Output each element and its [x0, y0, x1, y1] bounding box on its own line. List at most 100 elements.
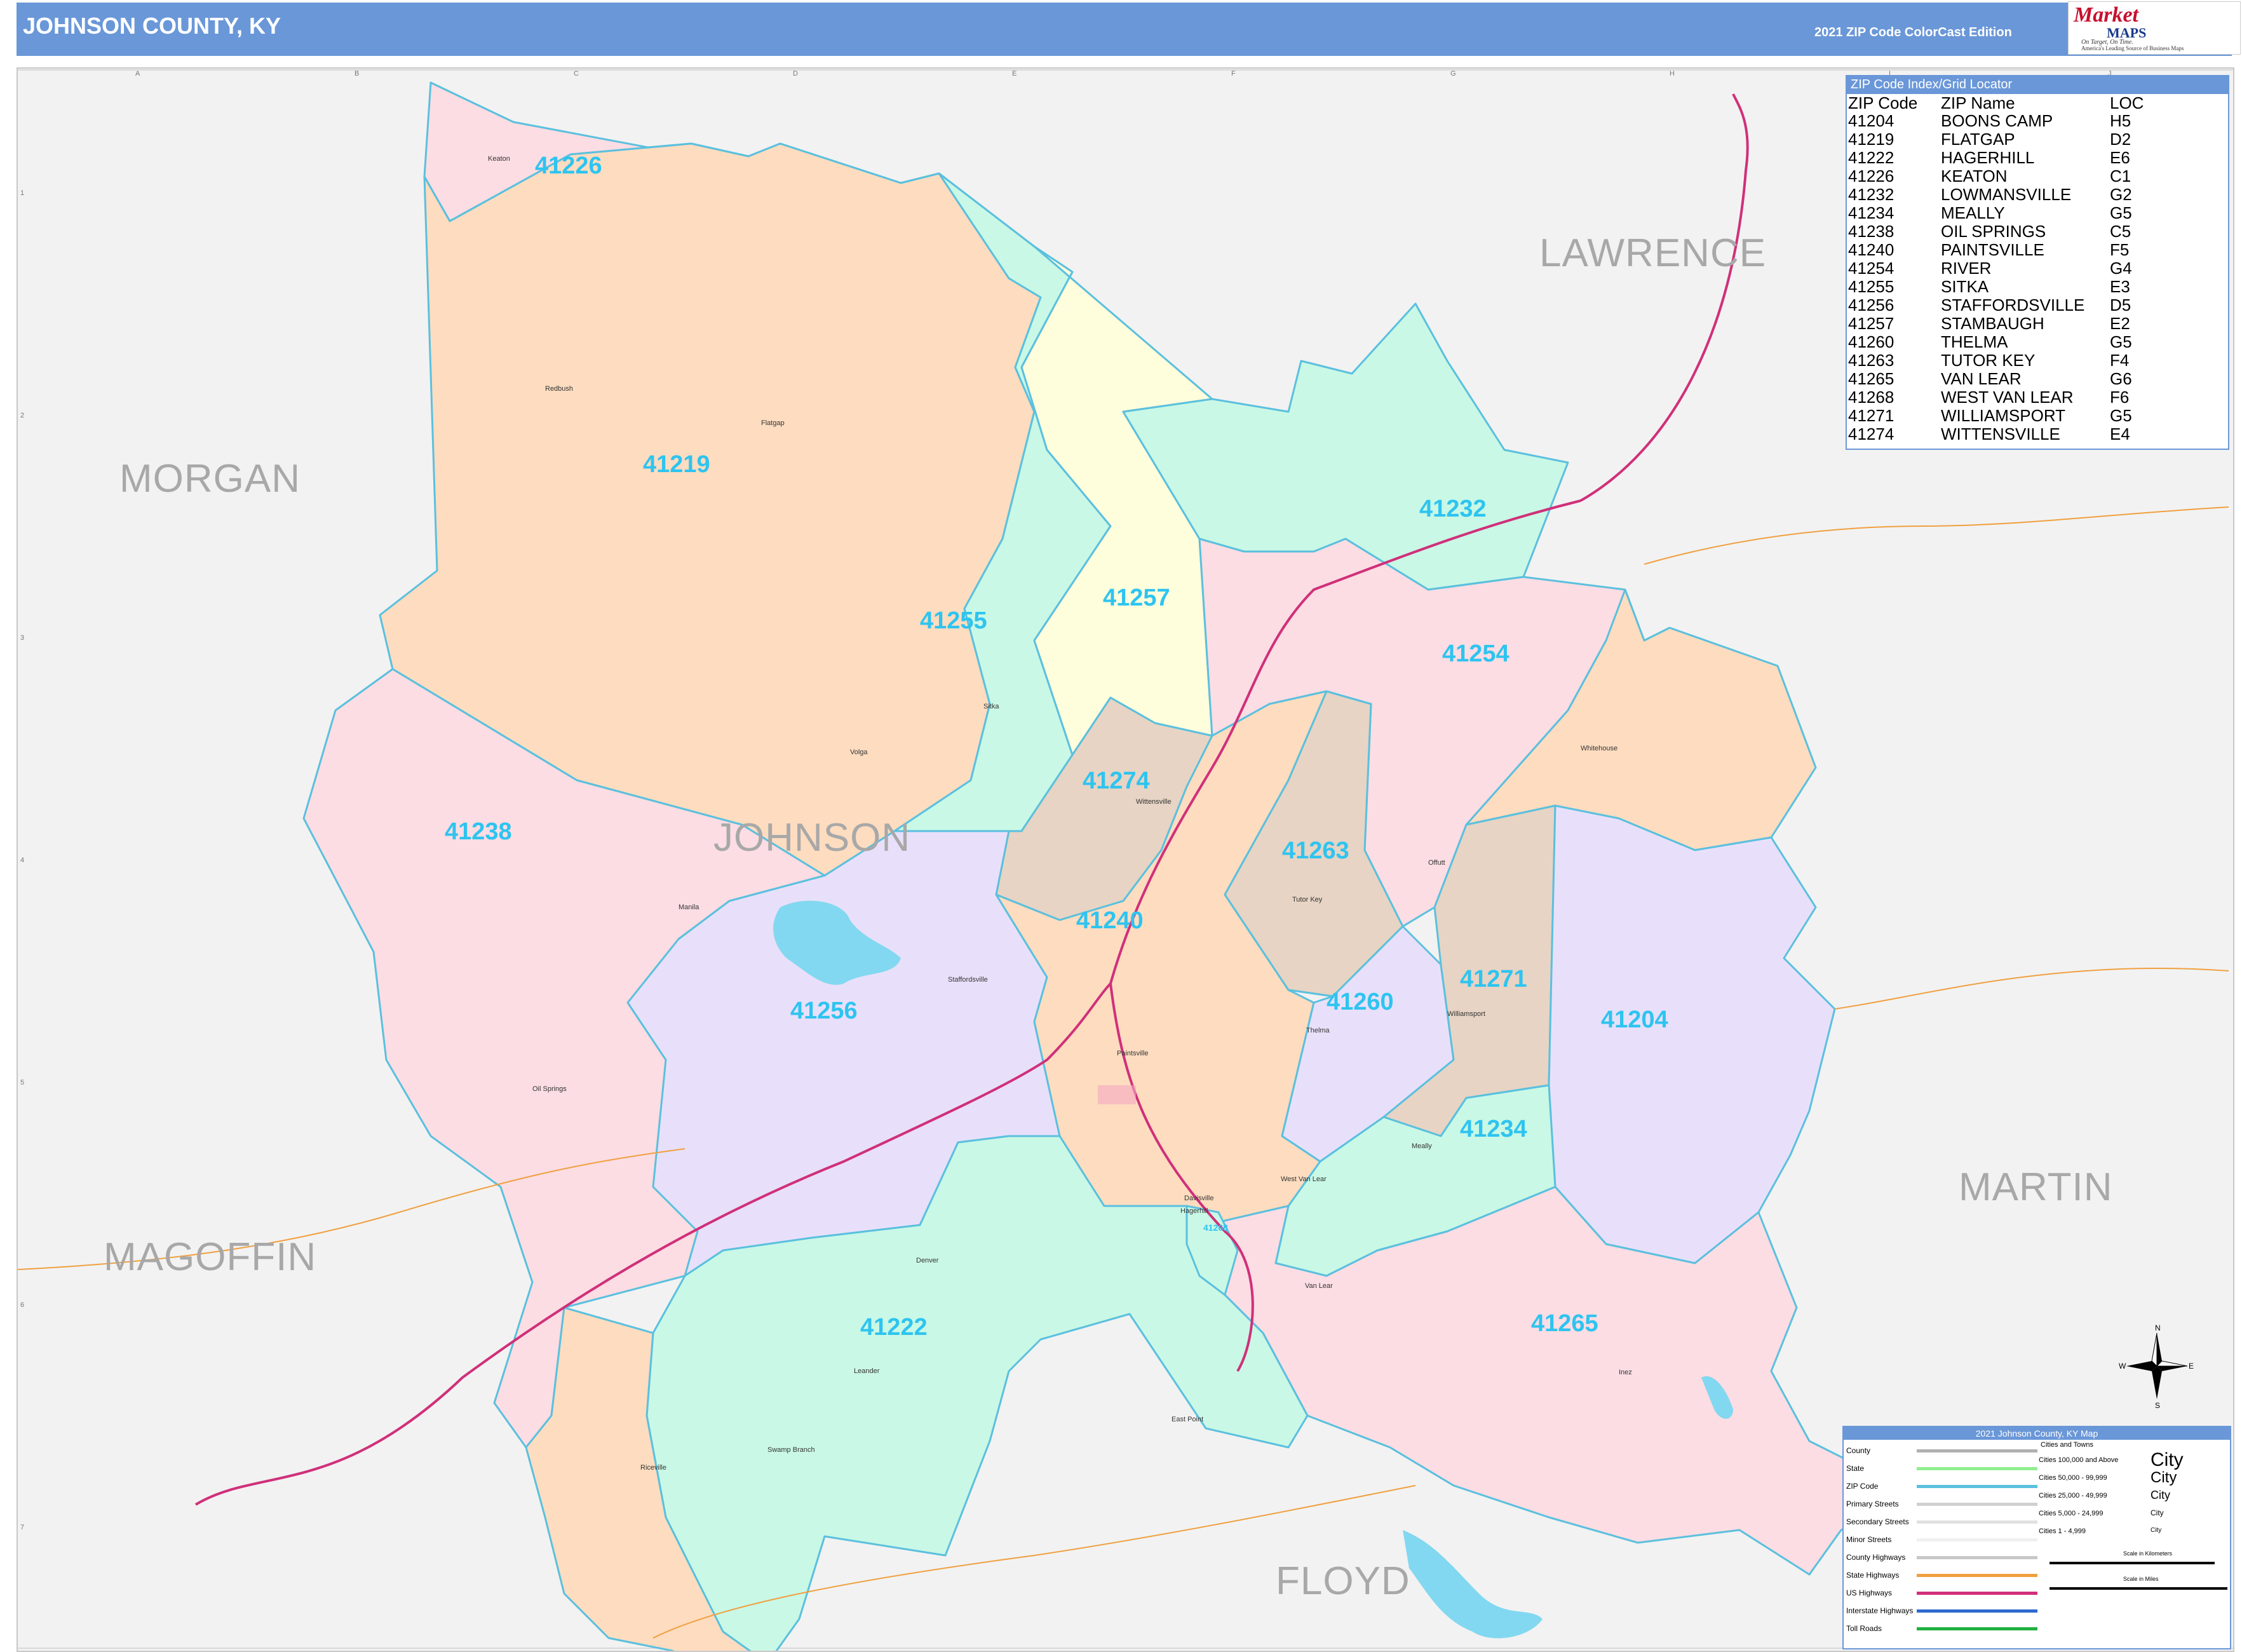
grid-number-6: 6	[20, 1301, 25, 1309]
legend-row-swatch	[1917, 1627, 2037, 1630]
place-denver: Denver	[916, 1257, 939, 1264]
zip-label-41254[interactable]: 41254	[1442, 640, 1509, 668]
zip-index-row: 41274 WITTENSVILLE E4	[1848, 425, 2147, 443]
place-flatgap: Flatgap	[761, 419, 785, 427]
grid-letter-a: A	[135, 70, 140, 78]
zip-name: MEALLY	[1941, 203, 2005, 222]
grid-number-1: 1	[20, 189, 25, 197]
place-offutt: Offutt	[1428, 859, 1445, 867]
zip-label-41265[interactable]: 41265	[1531, 1310, 1598, 1337]
zip-index-header-code: ZIP Code	[1848, 93, 1918, 112]
zip-label-41204[interactable]: 41204	[1601, 1006, 1668, 1034]
zip-index-row: 41255 SITKA E3	[1848, 278, 2147, 296]
zip-label-41256[interactable]: 41256	[790, 998, 858, 1025]
zip-code: 41222	[1848, 148, 1894, 167]
place-whitehouse: Whitehouse	[1581, 745, 1618, 752]
zip-code: 41238	[1848, 222, 1894, 241]
grid-letter-d: D	[793, 70, 798, 78]
zip-name: WITTENSVILLE	[1941, 424, 2060, 443]
zip-name: THELMA	[1941, 332, 2008, 351]
zip-loc: E3	[2110, 277, 2130, 296]
zip-name: TUTOR KEY	[1941, 351, 2036, 370]
legend-city-class: Cities 25,000 - 49,999	[2039, 1492, 2107, 1500]
legend-row-label: State Highways	[1846, 1571, 1900, 1580]
grid-letter-g: G	[1450, 70, 1456, 78]
zip-label-41271[interactable]: 41271	[1460, 966, 1527, 993]
zip-code: 41257	[1848, 314, 1894, 333]
zip-label-41268[interactable]: 41268	[1203, 1222, 1228, 1233]
zip-index-row: 41222 HAGERHILL E6	[1848, 149, 2147, 167]
zip-index-row: 41268 WEST VAN LEAR F6	[1848, 388, 2147, 407]
zip-label-41226[interactable]: 41226	[535, 152, 602, 180]
zip-index-row: 41263 TUTOR KEY F4	[1848, 351, 2147, 370]
place-meally: Meally	[1412, 1142, 1432, 1150]
zip-code: 41271	[1848, 406, 1894, 425]
zip-loc: G5	[2110, 203, 2132, 222]
place-paintsville: Paintsville	[1117, 1050, 1149, 1057]
legend-title: 2021 Johnson County, KY Map	[1844, 1427, 2230, 1440]
zip-label-41219[interactable]: 41219	[643, 451, 710, 478]
place-oilsprings: Oil Springs	[532, 1085, 567, 1093]
zip-label-41255[interactable]: 41255	[920, 607, 987, 635]
county-lawrence: LAWRENCE	[1539, 231, 1767, 275]
legend-row-swatch	[1917, 1574, 2037, 1577]
place-thelma: Thelma	[1306, 1027, 1330, 1034]
zip-code: 41260	[1848, 332, 1894, 351]
compass-w: W	[2119, 1362, 2126, 1371]
zip-name: HAGERHILL	[1941, 148, 2035, 167]
grid-letter-b: B	[355, 70, 360, 78]
county-magoffin: MAGOFFIN	[104, 1235, 317, 1279]
zip-index-row: 41204 BOONS CAMP H5	[1848, 112, 2147, 130]
zip-name: SITKA	[1941, 277, 1989, 296]
grid-letter-e: E	[1012, 70, 1017, 78]
legend-row-label: ZIP Code	[1846, 1482, 1879, 1491]
place-eastpoint: East Point	[1172, 1416, 1204, 1423]
zip-label-41234[interactable]: 41234	[1460, 1116, 1527, 1143]
zip-loc: G5	[2110, 406, 2132, 425]
zip-index-row: 41254 RIVER G4	[1848, 259, 2147, 278]
zip-index-row: 41219 FLATGAP D2	[1848, 130, 2147, 149]
zip-label-41263[interactable]: 41263	[1282, 837, 1349, 865]
zip-label-41238[interactable]: 41238	[445, 818, 512, 846]
grid-number-7: 7	[20, 1524, 25, 1531]
zip-name: WEST VAN LEAR	[1941, 388, 2074, 407]
compass-s: S	[2155, 1401, 2160, 1410]
map-edition: 2021 ZIP Code ColorCast Edition	[1814, 25, 2012, 39]
place-volga: Volga	[850, 748, 868, 756]
zip-label-41240[interactable]: 41240	[1076, 907, 1144, 935]
county-martin: MARTIN	[1959, 1165, 2113, 1209]
zip-name: STAMBAUGH	[1941, 314, 2044, 333]
zip-loc: C5	[2110, 222, 2131, 241]
zip-code: 41265	[1848, 369, 1894, 388]
grid-letter-h: H	[1670, 70, 1675, 78]
place-hagerhill: Hagerhill	[1180, 1207, 1208, 1215]
legend-scale-mi: Scale in Miles	[2123, 1576, 2159, 1582]
zip-label-41260[interactable]: 41260	[1327, 989, 1394, 1016]
zip-index-row: 41232 LOWMANSVILLE G2	[1848, 186, 2147, 204]
zip-label-41274[interactable]: 41274	[1083, 768, 1150, 795]
zip-code: 41263	[1848, 351, 1894, 370]
place-riceville: Riceville	[640, 1464, 666, 1472]
zip-name: STAFFORDSVILLE	[1941, 295, 2085, 315]
zip-loc: F6	[2110, 388, 2130, 407]
zip-loc: D2	[2110, 130, 2131, 149]
legend-scale-km: Scale in Kilometers	[2123, 1550, 2173, 1557]
zip-index-row: 41238 OIL SPRINGS C5	[1848, 222, 2147, 241]
zip-index-row: 41256 STAFFORDSVILLE D5	[1848, 296, 2147, 315]
zip-area-41204	[1548, 804, 1836, 1264]
legend-row-swatch	[1917, 1467, 2037, 1470]
legend-city-sample: City	[2151, 1489, 2170, 1501]
zip-label-41232[interactable]: 41232	[1419, 496, 1487, 523]
place-leander: Leander	[854, 1367, 880, 1375]
grid-letter-f: F	[1231, 70, 1236, 78]
logo-text: Market	[2074, 3, 2138, 27]
zip-label-41222[interactable]: 41222	[860, 1314, 928, 1341]
zip-label-41257[interactable]: 41257	[1103, 585, 1170, 612]
place-williamsport: Williamsport	[1447, 1010, 1485, 1018]
legend-row-swatch	[1917, 1592, 2037, 1595]
zip-loc: F4	[2110, 351, 2130, 370]
market-maps-logo: Market MAPS On Target, On Time. America'…	[2068, 1, 2241, 55]
legend-row-label: US Highways	[1846, 1588, 1893, 1597]
legend-row-label: Toll Roads	[1846, 1624, 1882, 1633]
zip-name: VAN LEAR	[1941, 369, 2022, 388]
